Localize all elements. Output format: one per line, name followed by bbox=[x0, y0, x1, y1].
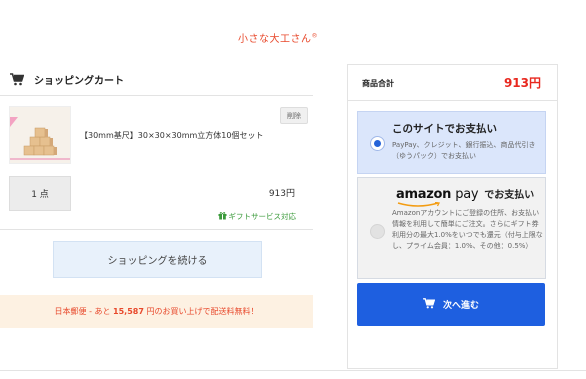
continue-shopping-button[interactable]: ショッピングを続ける bbox=[53, 241, 262, 278]
cart-icon bbox=[423, 297, 436, 312]
next-step-label: 次へ進む bbox=[442, 301, 479, 311]
header-divider bbox=[0, 95, 313, 96]
order-summary: 商品合計 913円 このサイトでお支払い PayPay、クレジット、銀行振込、商… bbox=[347, 64, 558, 369]
payment-option-title: このサイトでお支払い bbox=[392, 123, 497, 135]
cart-header: ショッピングカート bbox=[10, 72, 124, 87]
free-shipping-notice: 日本郵便 - あと 15,587 円のお買い上げで配送料無料！ bbox=[0, 295, 313, 328]
amazon-pay-header: amazon pay でお支払い bbox=[396, 186, 535, 207]
total-value: 913円 bbox=[503, 76, 541, 90]
shipping-prefix: 日本郵便 - あと bbox=[54, 307, 114, 316]
gift-service-label: ギフトサービス対応 bbox=[180, 211, 296, 222]
radio-selected[interactable] bbox=[370, 136, 385, 151]
next-step-button[interactable]: 次へ進む bbox=[357, 283, 545, 326]
brand-logo[interactable]: 小さな大工さん® bbox=[0, 30, 556, 45]
product-title[interactable]: 【30mm基尺】30×30×30mm立方体10個セット bbox=[80, 130, 263, 141]
shipping-suffix: 円のお買い上げで配送料無料！ bbox=[143, 307, 259, 316]
pay-logo-text: pay bbox=[455, 187, 479, 202]
payment-option-description: PayPay、クレジット、銀行振込、商品代引き（ゆうパック）でお支払い bbox=[392, 141, 536, 160]
item-price: 913円 bbox=[268, 189, 295, 199]
brand-mark: ® bbox=[311, 32, 318, 40]
page-divider bbox=[0, 370, 586, 371]
radio-unselected[interactable] bbox=[370, 224, 385, 239]
payment-option-site[interactable]: このサイトでお支払い PayPay、クレジット、銀行振込、商品代引き（ゆうパック… bbox=[357, 111, 546, 174]
gift-label: ギフトサービス対応 bbox=[228, 212, 297, 221]
amazon-pay-logo: amazon pay bbox=[396, 187, 479, 207]
brand-name: 小さな大工さん bbox=[238, 34, 312, 45]
gift-icon bbox=[218, 211, 227, 222]
payment-option-amazon-pay[interactable]: amazon pay でお支払い Amazonアカウントにご登録の住所、お支払い… bbox=[357, 177, 546, 279]
shipping-amount: 15,587 bbox=[113, 307, 144, 316]
total-label: 商品合計 bbox=[362, 79, 394, 88]
cart-title: ショッピングカート bbox=[34, 76, 124, 87]
cart-icon bbox=[10, 73, 24, 87]
quantity-box[interactable]: 1 点 bbox=[9, 176, 71, 211]
amazon-logo-text: amazon bbox=[396, 187, 452, 202]
amazon-pay-suffix: でお支払い bbox=[484, 190, 535, 201]
amazon-pay-description: Amazonアカウントにご登録の住所、お支払い情報を利用して簡単にご注文。さらに… bbox=[392, 209, 543, 250]
total-row: 商品合計 913円 bbox=[348, 65, 557, 101]
item-divider bbox=[0, 229, 313, 230]
delete-button[interactable]: 削除 bbox=[280, 107, 308, 124]
product-image[interactable] bbox=[9, 106, 71, 164]
